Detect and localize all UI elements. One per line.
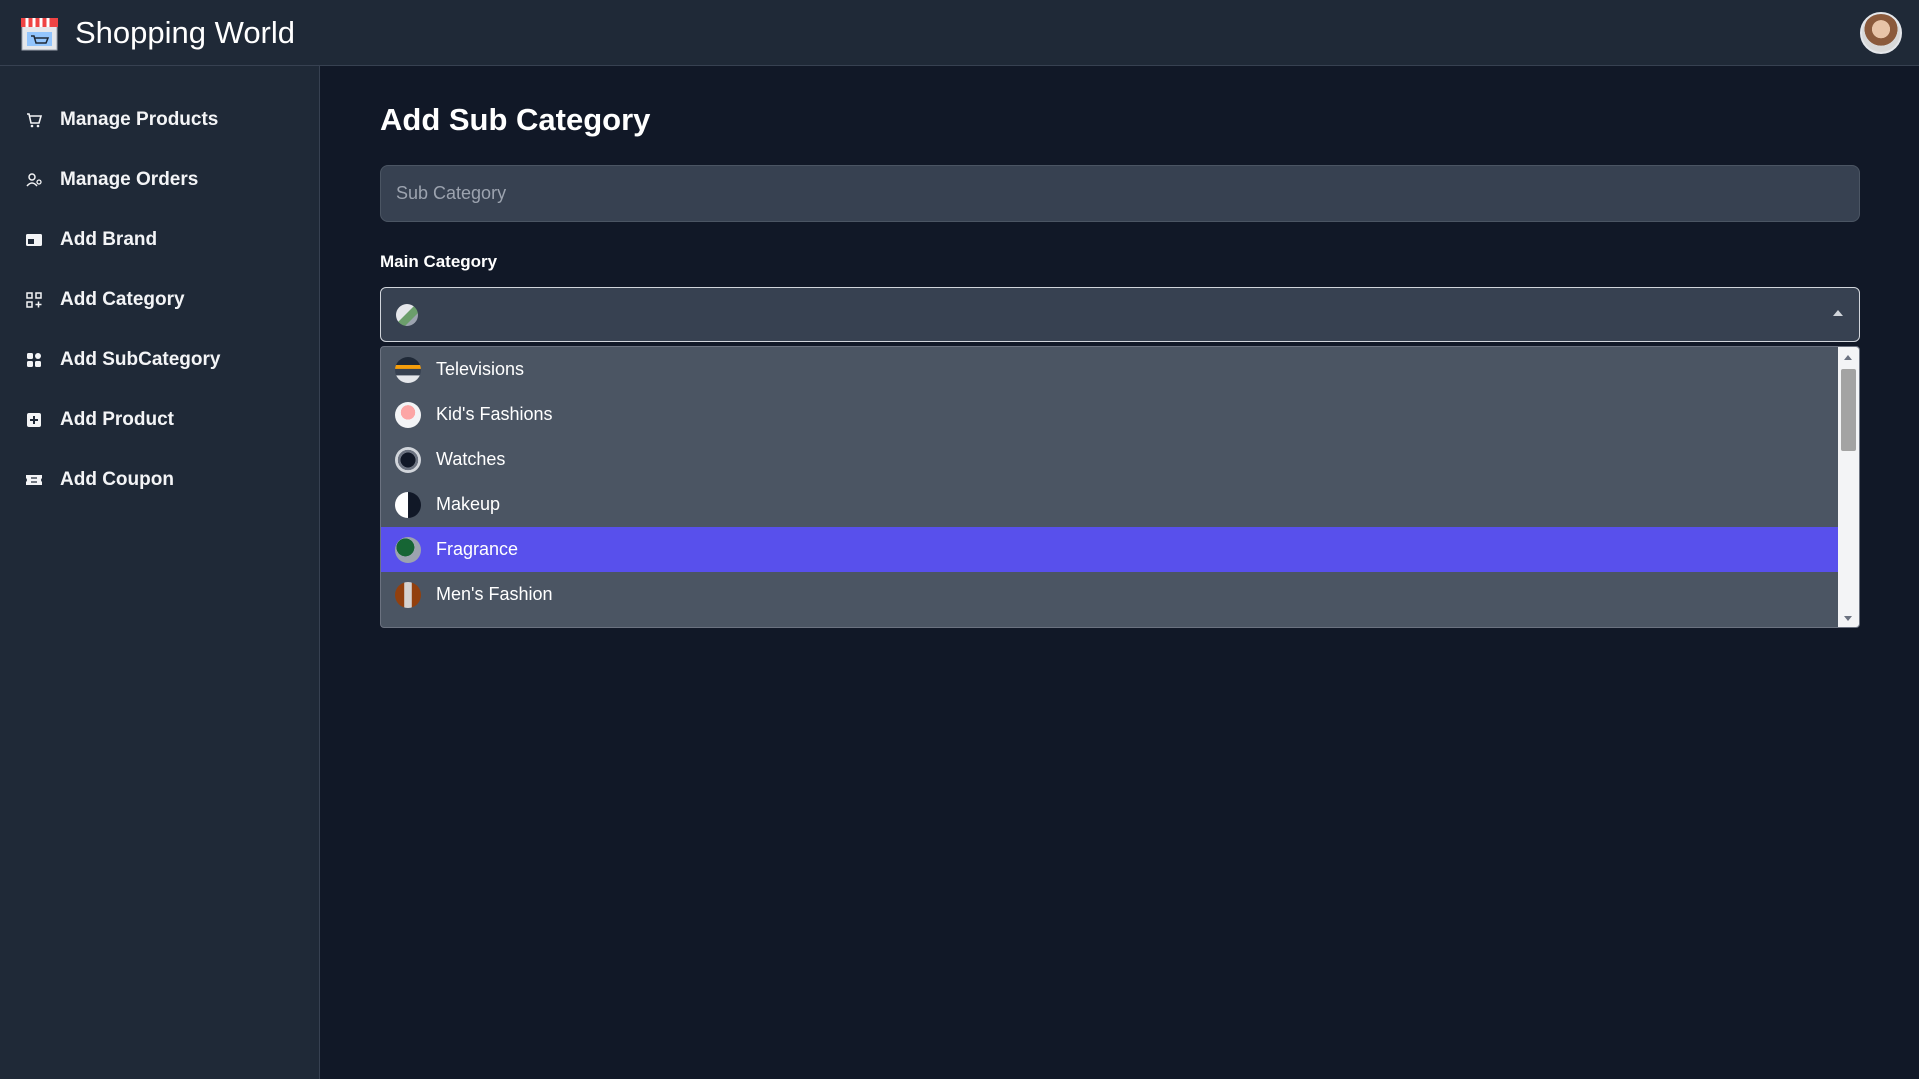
dropdown-option-mens-fashion[interactable]: Men's Fashion [381, 572, 1840, 617]
scroll-up-arrow-icon[interactable] [1844, 355, 1852, 360]
dropdown-option-makeup[interactable]: Makeup [381, 482, 1840, 527]
cart-icon [25, 111, 43, 129]
sidebar-item-label: Manage Products [60, 109, 219, 130]
sidebar-item-label: Add SubCategory [60, 349, 221, 370]
sidebar-item-label: Add Category [60, 289, 185, 310]
sidebar-item-add-coupon[interactable]: Add Coupon [0, 456, 320, 504]
scroll-thumb[interactable] [1841, 369, 1856, 451]
user-avatar[interactable] [1860, 12, 1902, 54]
option-label: Fragrance [436, 539, 519, 559]
plus-square-icon [25, 411, 43, 429]
dropdown-option-televisions[interactable]: Televisions [381, 347, 1840, 392]
ticket-icon [25, 471, 43, 489]
selected-category-image [396, 304, 418, 326]
users-icon [25, 171, 43, 189]
main-category-select[interactable] [380, 287, 1860, 342]
dropdown-option-kids-fashions[interactable]: Kid's Fashions [381, 392, 1840, 437]
sub-category-input[interactable] [380, 165, 1860, 222]
category-dropdown-list: Televisions Kid's Fashions Watches Makeu… [380, 346, 1860, 628]
dropdown-option-watches[interactable]: Watches [381, 437, 1840, 482]
sidebar-item-label: Add Coupon [60, 469, 174, 490]
sidebar-item-manage-orders[interactable]: Manage Orders [0, 156, 320, 204]
category-thumbnail [395, 357, 421, 383]
option-label: Kid's Fashions [436, 404, 553, 424]
option-label: Men's Fashion [436, 584, 553, 604]
sidebar-item-label: Manage Orders [60, 169, 199, 190]
dropdown-scrollbar[interactable] [1838, 347, 1859, 627]
sidebar-item-add-product[interactable]: Add Product [0, 396, 320, 444]
option-label: Televisions [436, 359, 525, 379]
sidebar-item-add-subcategory[interactable]: Add SubCategory [0, 336, 320, 384]
sidebar-item-label: Add Brand [60, 229, 158, 250]
card-icon [25, 231, 43, 249]
category-thumbnail [395, 492, 421, 518]
grid-filled-icon [25, 351, 43, 369]
grid-outline-icon [25, 291, 43, 309]
sidebar-item-add-brand[interactable]: Add Brand [0, 216, 320, 264]
category-thumbnail [395, 537, 421, 563]
page-title: Add Sub Category [380, 102, 651, 137]
category-thumbnail [395, 402, 421, 428]
main-category-label: Main Category [380, 252, 498, 271]
category-thumbnail [395, 447, 421, 473]
shop-logo-icon[interactable] [19, 14, 60, 52]
option-label: Makeup [436, 494, 501, 514]
option-label: Watches [436, 449, 506, 469]
sidebar: Manage Products Manage Orders Add Brand … [0, 66, 320, 1079]
sidebar-item-label: Add Product [60, 409, 174, 430]
sidebar-item-add-category[interactable]: Add Category [0, 276, 320, 324]
scroll-down-arrow-icon[interactable] [1844, 616, 1852, 621]
sidebar-item-manage-products[interactable]: Manage Products [0, 96, 320, 144]
caret-up-icon[interactable] [1833, 310, 1843, 316]
category-thumbnail [395, 582, 421, 608]
app-title[interactable]: Shopping World [75, 14, 295, 52]
top-header: Shopping World [0, 0, 1919, 66]
dropdown-option-fragrance[interactable]: Fragrance [381, 527, 1840, 572]
